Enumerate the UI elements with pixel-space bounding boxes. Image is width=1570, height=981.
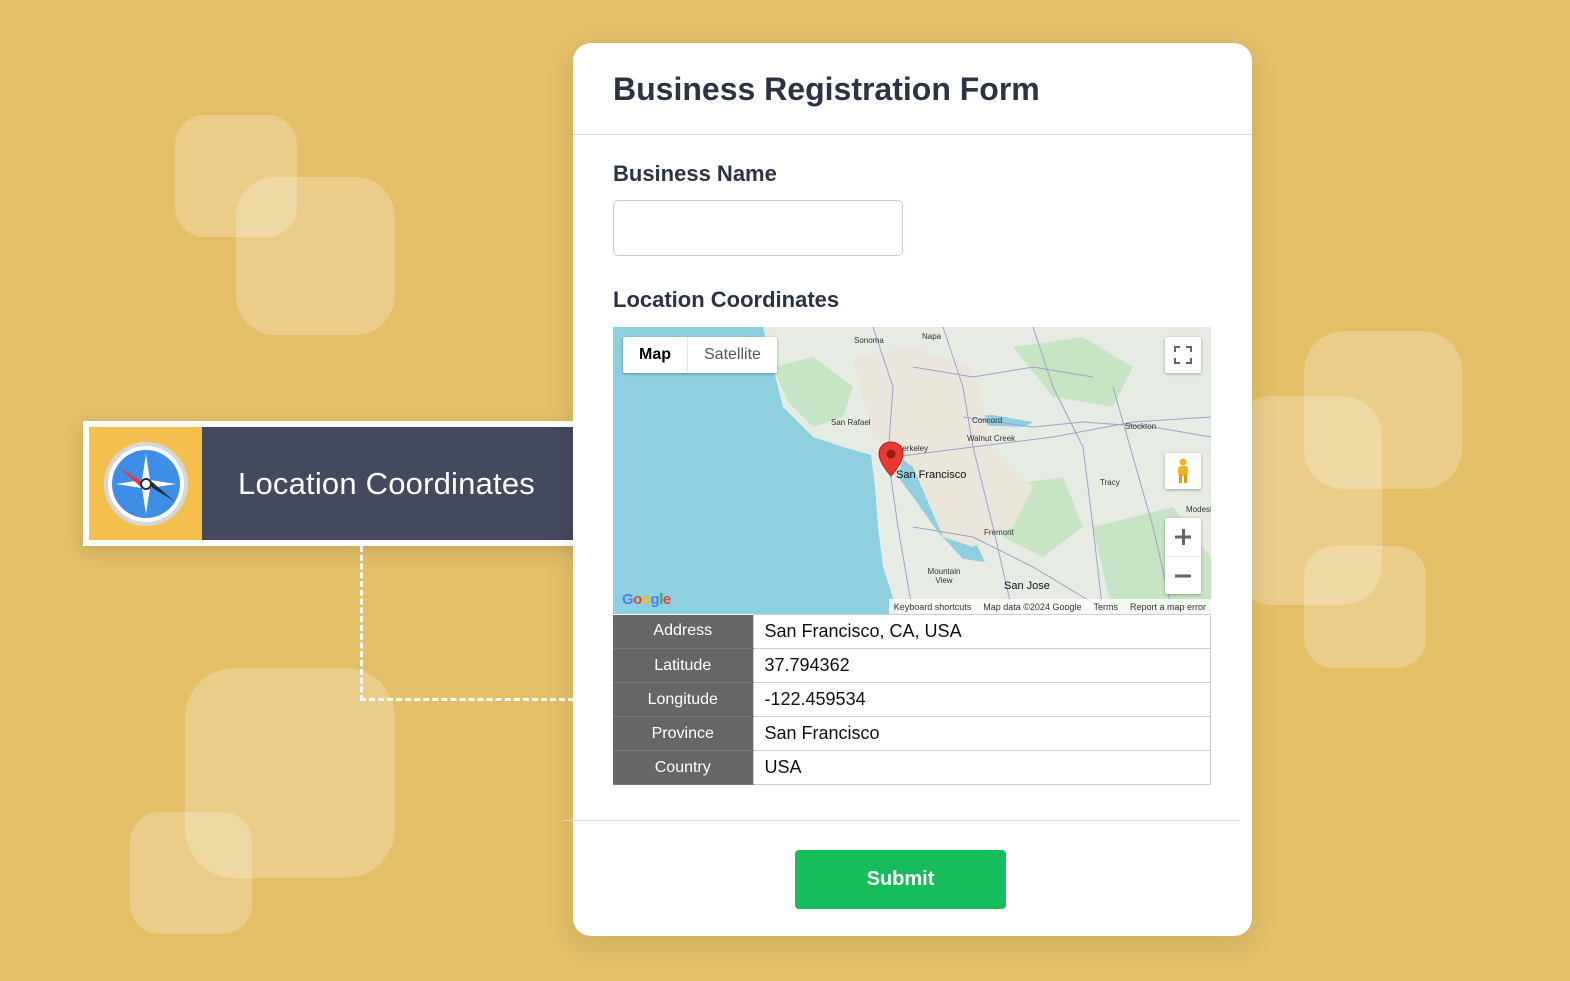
- fullscreen-icon: [1174, 346, 1192, 364]
- business-name-label: Business Name: [613, 161, 777, 186]
- report-map-error-link[interactable]: Report a map error: [1130, 602, 1206, 612]
- badge-label-panel: Location Coordinates: [202, 427, 598, 540]
- map-place-label: Concord: [972, 416, 1003, 425]
- zoom-out-button[interactable]: [1165, 556, 1201, 594]
- table-row: Longitude -122.459534: [613, 682, 1211, 717]
- form-card: Business Registration Form Business Name…: [563, 43, 1252, 936]
- map-type-satellite-tab[interactable]: Satellite: [688, 337, 777, 373]
- submit-button[interactable]: Submit: [795, 850, 1006, 909]
- latitude-key: Latitude: [613, 648, 753, 683]
- badge-label: Location Coordinates: [238, 465, 535, 501]
- map-place-label: Fremont: [984, 528, 1014, 537]
- fullscreen-button[interactable]: [1165, 337, 1201, 373]
- minus-icon: [1175, 574, 1191, 577]
- zoom-controls: [1165, 518, 1201, 594]
- map-attribution: Keyboard shortcuts Map data ©2024 Google…: [888, 599, 1211, 614]
- address-value: San Francisco, CA, USA: [752, 614, 1211, 649]
- map-place-label: Stockton: [1125, 422, 1157, 431]
- decor-tile: [236, 177, 395, 335]
- decor-tile: [130, 812, 252, 934]
- connector-line: [360, 698, 574, 701]
- google-logo: Google: [622, 591, 671, 608]
- longitude-value: -122.459534: [752, 682, 1211, 717]
- map-place-label: San Jose: [1004, 580, 1050, 592]
- footer-divider: [563, 820, 1240, 821]
- map-place-label: Napa: [922, 332, 942, 341]
- latitude-value: 37.794362: [752, 648, 1211, 683]
- country-key: Country: [613, 750, 753, 785]
- location-map[interactable]: Sonoma Napa San Rafael Berkeley Concord …: [613, 327, 1211, 614]
- decor-tile: [1304, 331, 1462, 489]
- map-place-label: San Francisco: [896, 469, 967, 481]
- map-place-label: Sonoma: [854, 336, 884, 345]
- location-widget-badge: Location Coordinates: [83, 421, 604, 546]
- map-type-toggle: Map Satellite: [623, 337, 777, 373]
- coordinates-table: Address San Francisco, CA, USA Latitude …: [613, 614, 1211, 785]
- keyboard-shortcuts-link[interactable]: Keyboard shortcuts: [894, 602, 972, 612]
- address-key: Address: [613, 614, 753, 649]
- table-row: Country USA: [613, 750, 1211, 785]
- zoom-in-button[interactable]: [1165, 518, 1201, 556]
- connector-line: [360, 546, 363, 701]
- map-place-label: Walnut Creek: [967, 434, 1016, 443]
- map-marker-icon[interactable]: [878, 441, 904, 477]
- map-type-map-tab[interactable]: Map: [623, 337, 688, 373]
- decor-tile: [1304, 546, 1426, 668]
- map-place-label: Mountain View: [927, 567, 961, 585]
- country-value: USA: [752, 750, 1211, 785]
- map-data-credit: Map data ©2024 Google: [983, 601, 1082, 612]
- plus-icon: [1175, 529, 1191, 545]
- location-coordinates-label: Location Coordinates: [613, 287, 840, 312]
- title-divider: [573, 134, 1252, 135]
- badge-icon-tile: [89, 427, 202, 540]
- table-row: Latitude 37.794362: [613, 648, 1211, 683]
- map-place-label: Modesto: [1186, 505, 1211, 514]
- table-row: Province San Francisco: [613, 716, 1211, 751]
- longitude-key: Longitude: [613, 682, 753, 717]
- province-key: Province: [613, 716, 753, 751]
- street-view-button[interactable]: [1165, 453, 1201, 489]
- map-place-label: Tracy: [1100, 478, 1120, 487]
- form-title: Business Registration Form: [613, 71, 1040, 107]
- business-name-input[interactable]: [613, 200, 903, 256]
- map-place-label: San Rafael: [831, 418, 871, 427]
- compass-icon: [103, 441, 188, 526]
- pegman-icon: [1178, 458, 1188, 483]
- province-value: San Francisco: [752, 716, 1211, 751]
- table-row: Address San Francisco, CA, USA: [613, 614, 1211, 649]
- terms-link[interactable]: Terms: [1093, 602, 1118, 612]
